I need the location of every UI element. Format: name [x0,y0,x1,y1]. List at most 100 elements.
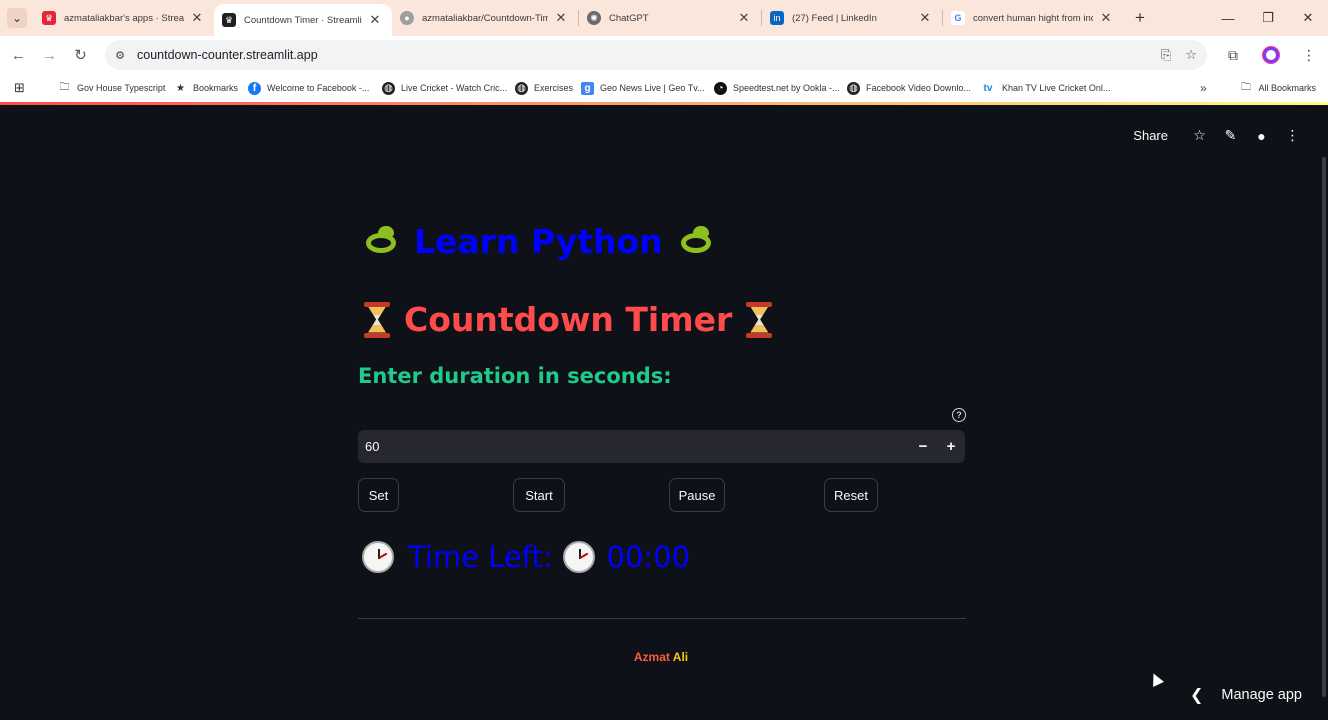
linkedin-icon: in [770,11,784,25]
bookmark-label: Welcome to Facebook -... [267,83,370,93]
address-bar[interactable]: ⚙ countdown-counter.streamlit.app ⎘ ☆ [105,40,1207,70]
bookmark-item-4[interactable]: ◍ Exercises [515,81,574,95]
bookmark-item-3[interactable]: ◍ Live Cricket - Watch Cric... [382,81,507,95]
streamlit-crown-icon: ♛ [42,11,56,25]
close-tab-icon[interactable]: ✕ [737,10,751,26]
forward-button[interactable]: → [34,40,65,70]
hourglass-icon [744,301,774,338]
profile-avatar[interactable] [1252,47,1290,63]
tab-title: azmataliakbar's apps · Streamlit [64,12,184,24]
back-button[interactable]: ← [3,40,34,70]
manage-app-button[interactable]: ❮ Manage app [1190,685,1302,705]
countdown-timer-heading: Countdown Timer [362,300,774,339]
folder-icon: 🗀 [1240,81,1251,93]
duration-input[interactable] [358,439,898,454]
tab-title: ChatGPT [609,12,649,24]
browser-tab-2[interactable]: ● azmataliakbar/Countdown-Time ✕ [392,0,578,36]
chevron-left-icon: ❮ [1189,687,1204,704]
tv-icon: tv [983,82,993,94]
install-app-icon[interactable]: ⎘ [1161,47,1171,63]
reload-button[interactable]: ↻ [65,40,96,70]
decrement-button[interactable]: − [909,430,937,463]
close-tab-icon[interactable]: ✕ [368,12,382,28]
bookmark-item-5[interactable]: g Geo News Live | Geo Tv... [581,81,705,95]
reset-button[interactable]: Reset [824,478,878,512]
bookmark-label: Gov House Typescript [77,83,166,93]
bookmark-item-0[interactable]: 🗀 Gov House Typescript [58,81,166,95]
apps-grid-icon[interactable]: ⊞ [14,80,25,96]
tab-title: Countdown Timer · Streamlit [244,14,362,26]
window-controls: — ❐ ✕ [1208,0,1328,36]
footer-author-last: Ali [669,650,689,664]
url-text[interactable]: countdown-counter.streamlit.app [137,48,318,62]
site-info-icon[interactable]: ⚙ [107,49,133,62]
bookmark-item-6[interactable]: ◔ Speedtest.net by Ookla -... [714,81,840,95]
bookmark-star-icon[interactable]: ☆ [1185,47,1197,63]
geo-icon: g [581,81,594,95]
extensions-icon[interactable]: ⧉ [1214,47,1252,64]
browser-tab-1[interactable]: ♛ Countdown Timer · Streamlit ✕ [214,4,392,36]
close-tab-icon[interactable]: ✕ [1099,10,1113,26]
bookmark-item-7[interactable]: ◍ Facebook Video Downlo... [847,81,971,95]
browser-tab-0[interactable]: ♛ azmataliakbar's apps · Streamlit ✕ [34,0,214,36]
all-bookmarks-label: All Bookmarks [1258,83,1316,93]
pause-button[interactable]: Pause [669,478,725,512]
bookmark-label: Geo News Live | Geo Tv... [600,83,705,93]
close-window-icon[interactable]: ✕ [1288,0,1328,36]
github-icon[interactable]: ● [1246,128,1277,144]
set-button[interactable]: Set [358,478,399,512]
bookmark-label: Exercises [534,83,574,93]
streamlit-app: Share ☆ ✎ ● ⋮ Learn Python Countdown Tim… [0,105,1328,720]
bookmark-item-8[interactable]: tv Khan TV Live Cricket Onl... [980,82,1111,95]
browser-tab-strip: ⌄ ♛ azmataliakbar's apps · Streamlit ✕ ♛… [0,0,1328,36]
increment-button[interactable]: + [937,430,965,463]
app-menu-icon[interactable]: ⋮ [1277,127,1308,144]
bookmark-item-2[interactable]: f Welcome to Facebook -... [248,81,370,95]
share-button[interactable]: Share [1133,128,1168,143]
close-tab-icon[interactable]: ✕ [190,10,204,26]
star-icon: ★ [176,82,185,94]
tab-title: (27) Feed | LinkedIn [792,12,877,24]
folder-icon: 🗀 [59,81,70,93]
duration-stepper: − + [909,430,965,463]
all-bookmarks-button[interactable]: 🗀 All Bookmarks [1239,74,1316,102]
start-button[interactable]: Start [513,478,565,512]
close-tab-icon[interactable]: ✕ [918,10,932,26]
bookmark-item-1[interactable]: ★ Bookmarks [174,82,238,95]
close-tab-icon[interactable]: ✕ [554,10,568,26]
restore-icon[interactable]: ❐ [1248,0,1288,36]
star-icon[interactable]: ☆ [1184,127,1215,144]
tab-search-button[interactable]: ⌄ [0,0,34,36]
time-left-value: 00:00 [606,540,691,574]
new-tab-button[interactable]: + [1127,8,1153,28]
globe-icon: ◍ [515,81,528,95]
facebook-icon: f [248,81,261,95]
tab-title: azmataliakbar/Countdown-Time [422,12,548,24]
bookmark-label: Speedtest.net by Ookla -... [733,83,840,93]
time-left-display: Time Left: 00:00 [362,540,690,574]
streamlit-crown-icon: ♛ [222,13,236,27]
browser-tab-3[interactable]: ✺ ChatGPT ✕ [579,0,761,36]
more-bookmarks-icon[interactable]: » [1200,74,1207,102]
bookmark-label: Khan TV Live Cricket Onl... [1002,83,1111,93]
duration-number-input: − + [358,430,965,463]
time-left-label: Time Left: [408,540,553,574]
mouse-cursor-icon [1148,671,1164,687]
learn-python-text: Learn Python [414,222,663,261]
browser-tab-4[interactable]: in (27) Feed | LinkedIn ✕ [762,0,942,36]
globe-icon: ◍ [382,81,395,95]
footer-author-first: Azmat [633,650,670,664]
page-scrollbar[interactable] [1322,157,1326,697]
minimize-icon[interactable]: — [1208,0,1248,36]
browser-menu-icon[interactable]: ⋮ [1290,47,1328,64]
horizontal-divider [358,618,966,619]
github-icon: ● [400,11,414,25]
edit-pencil-icon[interactable]: ✎ [1215,127,1246,144]
help-question-icon[interactable]: ? [952,408,966,422]
browser-tab-5[interactable]: G convert human hight from inch ✕ [943,0,1123,36]
bookmarks-bar: ⊞ 🗀 Gov House Typescript ★ Bookmarks f Welc… [0,74,1328,102]
bookmark-label: Bookmarks [193,83,239,93]
hourglass-icon [362,301,392,338]
chatgpt-icon: ✺ [587,11,601,25]
app-header-actions: Share ☆ ✎ ● ⋮ [1133,127,1308,144]
